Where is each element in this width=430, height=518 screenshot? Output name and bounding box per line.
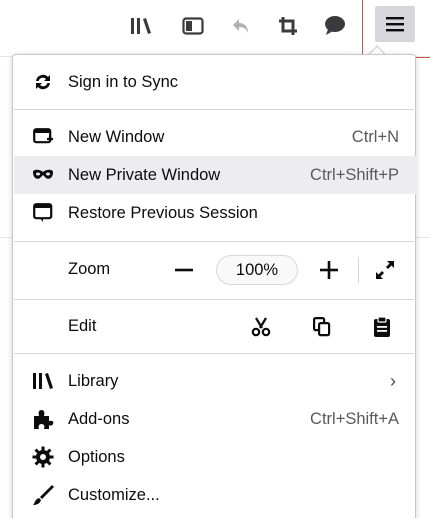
edit-controls: Edit <box>14 301 416 353</box>
zoom-reset-button[interactable]: 100% <box>216 255 298 285</box>
private-window-shortcut: Ctrl+Shift+P <box>310 165 399 184</box>
paste-button[interactable] <box>370 314 394 340</box>
cut-button[interactable] <box>249 315 273 339</box>
new-window-shortcut: Ctrl+N <box>351 127 399 146</box>
customize-label: Customize... <box>68 485 160 504</box>
gear-icon <box>32 446 54 468</box>
speech-bubble-icon[interactable] <box>318 10 352 42</box>
options-item[interactable]: Options <box>14 438 416 476</box>
copy-button[interactable] <box>310 315 334 339</box>
sync-icon <box>32 72 54 92</box>
library-icon[interactable] <box>124 10 158 42</box>
mask-icon <box>32 165 54 185</box>
restore-session-item[interactable]: Restore Previous Session <box>14 194 416 232</box>
separator <box>14 353 414 354</box>
hamburger-icon <box>375 6 415 42</box>
addons-shortcut: Ctrl+Shift+A <box>310 409 399 428</box>
chevron-right-icon: › <box>390 370 396 391</box>
crop-icon[interactable] <box>272 10 306 42</box>
addons-label: Add-ons <box>68 409 130 428</box>
fullscreen-icon <box>376 261 394 279</box>
zoom-label: Zoom <box>68 260 111 278</box>
browser-toolbar <box>0 0 430 58</box>
brush-icon <box>32 485 54 505</box>
library-label: Library <box>68 371 119 390</box>
customize-item[interactable]: Customize... <box>14 476 416 514</box>
zoom-value: 100% <box>235 260 279 279</box>
zoom-in-button[interactable] <box>316 257 342 283</box>
scissors-icon <box>251 317 271 337</box>
new-window-label: New Window <box>68 127 165 146</box>
library-icon <box>32 371 54 391</box>
clipboard-icon <box>374 316 390 337</box>
copy-icon <box>313 317 331 337</box>
separator <box>14 299 414 300</box>
puzzle-icon <box>32 409 54 429</box>
sign-in-sync-item[interactable]: Sign in to Sync <box>14 63 416 101</box>
new-window-icon <box>32 127 54 147</box>
new-window-item[interactable]: New Window Ctrl+N <box>14 118 416 156</box>
edit-label: Edit <box>68 317 97 335</box>
private-window-label: New Private Window <box>68 165 221 184</box>
zoom-controls: Zoom 100% <box>14 243 416 299</box>
separator <box>14 109 414 110</box>
app-menu-panel: Sign in to Sync New Window Ctrl+N New Pr… <box>12 54 416 518</box>
zoom-out-button[interactable] <box>171 257 197 283</box>
fullscreen-button[interactable] <box>371 256 399 284</box>
sync-label: Sign in to Sync <box>68 72 179 91</box>
undo-icon[interactable] <box>224 10 258 42</box>
zoom-divider <box>358 257 359 283</box>
restore-session-label: Restore Previous Session <box>68 203 258 222</box>
new-private-window-item[interactable]: New Private Window Ctrl+Shift+P <box>14 156 416 194</box>
options-label: Options <box>68 447 125 466</box>
restore-icon <box>32 203 54 223</box>
separator <box>14 241 414 242</box>
library-item[interactable]: Library › <box>14 362 416 400</box>
sidebar-icon[interactable] <box>176 10 210 42</box>
addons-item[interactable]: Add-ons Ctrl+Shift+A <box>14 400 416 438</box>
